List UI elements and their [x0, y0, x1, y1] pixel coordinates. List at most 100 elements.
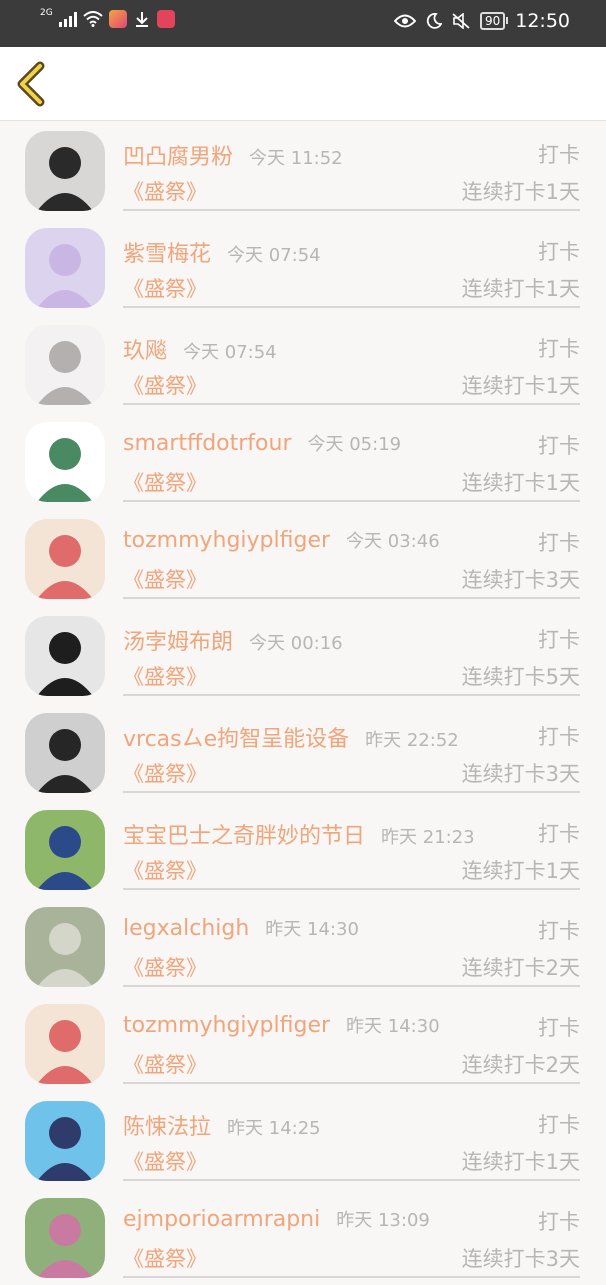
- username[interactable]: 汤孛姆布朗 今天 00:16: [123, 624, 343, 656]
- username[interactable]: 紫雪梅花 今天 07:54: [123, 236, 321, 268]
- avatar[interactable]: [25, 228, 105, 308]
- username-text[interactable]: 紫雪梅花: [123, 242, 211, 267]
- checkin-time: 今天 00:16: [249, 633, 343, 654]
- avatar[interactable]: [25, 325, 105, 405]
- avatar[interactable]: [25, 1101, 105, 1181]
- streak-label: 连续打卡2天: [461, 956, 580, 980]
- book-title-link[interactable]: 《盛祭》: [123, 176, 207, 206]
- status-left: 2G: [40, 8, 175, 28]
- app-notification-icon: [108, 10, 127, 28]
- checkin-time: 昨天 14:30: [346, 1016, 440, 1037]
- clock: 12:50: [515, 10, 570, 32]
- username-text[interactable]: ejmporioarmrapni: [123, 1207, 320, 1232]
- avatar-head: [49, 438, 81, 470]
- list-item[interactable]: 紫雪梅花 今天 07:54 打卡 《盛祭》 连续打卡1天: [0, 218, 606, 315]
- username-text[interactable]: tozmmyhgiyplfiger: [123, 528, 330, 553]
- username[interactable]: 陈悚法拉 昨天 14:25: [123, 1109, 321, 1141]
- book-title-link[interactable]: 《盛祭》: [123, 564, 207, 594]
- book-title-link[interactable]: 《盛祭》: [123, 661, 207, 691]
- username[interactable]: tozmmyhgiyplfiger 昨天 14:30: [123, 1012, 440, 1038]
- download-icon: [135, 12, 148, 27]
- signal-icon: [58, 11, 77, 27]
- username-text[interactable]: 凹凸腐男粉: [123, 145, 233, 170]
- book-title-link[interactable]: 《盛祭》: [123, 467, 207, 497]
- checkin-label: 打卡: [538, 628, 580, 652]
- streak-label: 连续打卡3天: [461, 1247, 580, 1271]
- network-type: 2G: [40, 8, 53, 18]
- username[interactable]: smartffdotrfour 今天 05:19: [123, 430, 401, 456]
- checkin-time: 今天 07:54: [183, 342, 277, 363]
- username-text[interactable]: 汤孛姆布朗: [123, 630, 233, 655]
- username-text[interactable]: vrcasㄙe拘智呈能设备: [123, 727, 349, 752]
- avatar[interactable]: [25, 519, 105, 599]
- avatar[interactable]: [25, 1198, 105, 1278]
- book-title-link[interactable]: 《盛祭》: [123, 758, 207, 788]
- list-item[interactable]: 陈悚法拉 昨天 14:25 打卡 《盛祭》 连续打卡1天: [0, 1091, 606, 1188]
- streak-label: 连续打卡3天: [461, 568, 580, 592]
- book-title-link[interactable]: 《盛祭》: [123, 1243, 207, 1273]
- list-item[interactable]: tozmmyhgiyplfiger 今天 03:46 打卡 《盛祭》 连续打卡3天: [0, 509, 606, 606]
- checkin-time: 今天 05:19: [307, 434, 402, 455]
- avatar[interactable]: [25, 713, 105, 793]
- username-text[interactable]: 陈悚法拉: [123, 1115, 211, 1140]
- username-text[interactable]: legxalchigh: [123, 916, 249, 941]
- checkin-time: 昨天 13:09: [336, 1210, 430, 1231]
- list-item[interactable]: smartffdotrfour 今天 05:19 打卡 《盛祭》 连续打卡1天: [0, 412, 606, 509]
- list-item[interactable]: 凹凸腐男粉 今天 11:52 打卡 《盛祭》 连续打卡1天: [0, 121, 606, 218]
- divider: [123, 1082, 580, 1084]
- book-title-link[interactable]: 《盛祭》: [123, 952, 207, 982]
- streak-label: 连续打卡1天: [461, 859, 580, 883]
- checkin-list: 凹凸腐男粉 今天 11:52 打卡 《盛祭》 连续打卡1天 紫雪梅花 今天 07:5…: [0, 121, 606, 1285]
- list-item[interactable]: legxalchigh 昨天 14:30 打卡 《盛祭》 连续打卡2天: [0, 897, 606, 994]
- checkin-label: 打卡: [538, 531, 580, 555]
- list-item[interactable]: 汤孛姆布朗 今天 00:16 打卡 《盛祭》 连续打卡5天: [0, 606, 606, 703]
- checkin-time: 昨天 14:25: [227, 1118, 321, 1139]
- list-item[interactable]: vrcasㄙe拘智呈能设备 昨天 22:52 打卡 《盛祭》 连续打卡3天: [0, 703, 606, 800]
- book-title-link[interactable]: 《盛祭》: [123, 1146, 207, 1176]
- streak-label: 连续打卡1天: [461, 277, 580, 301]
- username[interactable]: 宝宝巴士之奇胖妙的节日 昨天 21:23: [123, 818, 475, 850]
- username[interactable]: 玖飚 今天 07:54: [123, 333, 277, 365]
- avatar-head: [49, 244, 81, 276]
- checkin-label: 打卡: [538, 434, 580, 458]
- list-item[interactable]: 宝宝巴士之奇胖妙的节日 昨天 21:23 打卡 《盛祭》 连续打卡1天: [0, 800, 606, 897]
- app-notification-icon-2: [156, 10, 175, 28]
- username[interactable]: vrcasㄙe拘智呈能设备 昨天 22:52: [123, 721, 459, 753]
- divider: [123, 597, 580, 599]
- mute-icon: [452, 13, 470, 29]
- avatar[interactable]: [25, 422, 105, 502]
- streak-label: 连续打卡2天: [461, 1053, 580, 1077]
- list-item[interactable]: ejmporioarmrapni 昨天 13:09 打卡 《盛祭》 连续打卡3天: [0, 1188, 606, 1285]
- checkin-time: 昨天 22:52: [365, 730, 459, 751]
- username-text[interactable]: 玖飚: [123, 339, 167, 364]
- divider: [123, 985, 580, 987]
- back-arrow-icon[interactable]: [14, 61, 50, 107]
- avatar[interactable]: [25, 131, 105, 211]
- book-title-link[interactable]: 《盛祭》: [123, 855, 207, 885]
- username-text[interactable]: 宝宝巴士之奇胖妙的节日: [123, 824, 365, 849]
- top-bar: [0, 47, 606, 121]
- checkin-label: 打卡: [538, 725, 580, 749]
- avatar-head: [49, 341, 81, 373]
- username[interactable]: legxalchigh 昨天 14:30: [123, 915, 359, 941]
- checkin-time: 今天 11:52: [249, 148, 343, 169]
- avatar[interactable]: [25, 810, 105, 890]
- avatar[interactable]: [25, 1004, 105, 1084]
- avatar[interactable]: [25, 616, 105, 696]
- avatar[interactable]: [25, 907, 105, 987]
- username-text[interactable]: smartffdotrfour: [123, 431, 292, 456]
- avatar-head: [49, 826, 81, 858]
- username[interactable]: ejmporioarmrapni 昨天 13:09: [123, 1206, 430, 1232]
- book-title-link[interactable]: 《盛祭》: [123, 1049, 207, 1079]
- divider: [123, 694, 580, 696]
- checkin-label: 打卡: [538, 240, 580, 264]
- username-text[interactable]: tozmmyhgiyplfiger: [123, 1013, 330, 1038]
- divider: [123, 791, 580, 793]
- username[interactable]: 凹凸腐男粉 今天 11:52: [123, 139, 343, 171]
- list-item[interactable]: tozmmyhgiyplfiger 昨天 14:30 打卡 《盛祭》 连续打卡2天: [0, 994, 606, 1091]
- book-title-link[interactable]: 《盛祭》: [123, 273, 207, 303]
- list-item[interactable]: 玖飚 今天 07:54 打卡 《盛祭》 连续打卡1天: [0, 315, 606, 412]
- checkin-label: 打卡: [538, 1016, 580, 1040]
- book-title-link[interactable]: 《盛祭》: [123, 370, 207, 400]
- username[interactable]: tozmmyhgiyplfiger 今天 03:46: [123, 527, 440, 553]
